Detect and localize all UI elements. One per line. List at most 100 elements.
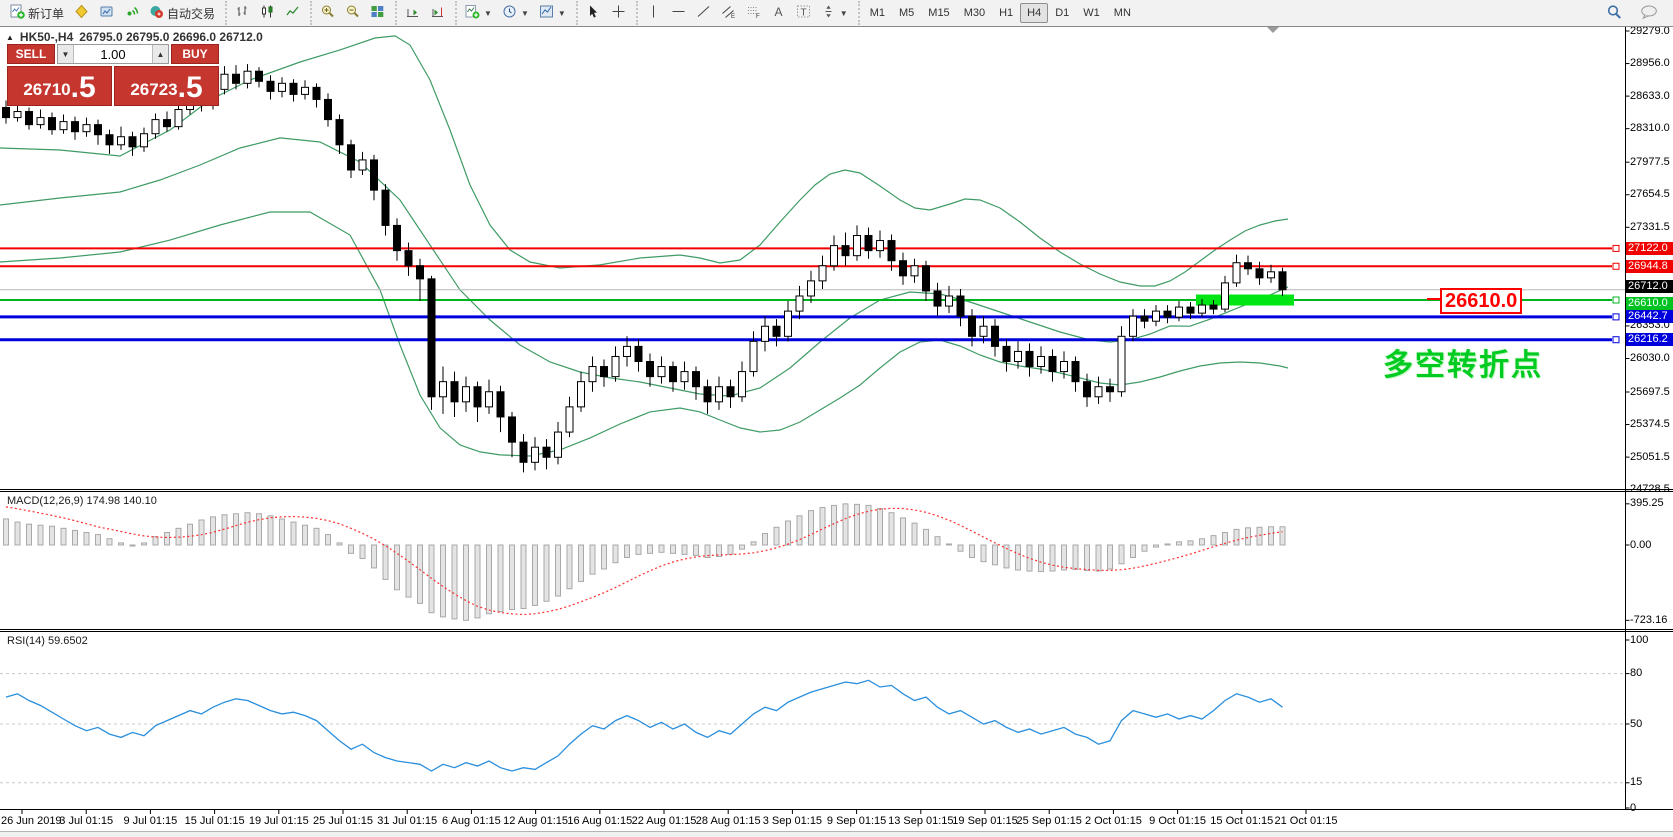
arrows-button[interactable]: ▼ bbox=[816, 1, 853, 25]
price-axis-tick: 24728.5 bbox=[1630, 483, 1670, 496]
channel-button[interactable]: E bbox=[716, 1, 741, 25]
main-toolbar: 新订单 自动交易 ▼ ▼ ▼ EFAT ▼ M1M5M15M30H1H4D1W1MN bbox=[0, 0, 1673, 27]
template-icon bbox=[539, 4, 554, 22]
periods-button[interactable]: ▼ bbox=[497, 1, 534, 25]
toolbar-group bbox=[395, 1, 453, 25]
price-axis-tick: 25051.5 bbox=[1630, 451, 1670, 464]
price-line-label[interactable]: 26610.0 bbox=[1626, 297, 1673, 310]
volume-input[interactable]: 1.00 bbox=[74, 45, 152, 63]
timeframe-m5[interactable]: M5 bbox=[892, 3, 921, 23]
timeframe-m30[interactable]: M30 bbox=[957, 3, 992, 23]
indicators-icon bbox=[465, 4, 480, 22]
bottom-scroll-strip[interactable] bbox=[0, 831, 1673, 837]
timeframe-d1[interactable]: D1 bbox=[1048, 3, 1076, 23]
macd-label: MACD(12,26,9) 174.98 140.10 bbox=[7, 495, 157, 507]
toolbar-group: ▼ ▼ ▼ bbox=[455, 1, 574, 25]
candlestick-button[interactable] bbox=[255, 1, 280, 25]
rsi-axis-tick: 15 bbox=[1630, 776, 1642, 789]
horizontal-line-button[interactable] bbox=[666, 1, 691, 25]
turning-point-annotation[interactable]: 多空转折点 bbox=[1383, 340, 1543, 384]
cursor-icon bbox=[586, 4, 601, 22]
search-button[interactable] bbox=[1601, 1, 1627, 26]
arrows-icon bbox=[821, 4, 836, 22]
price-axis-tick: 28633.0 bbox=[1630, 90, 1670, 103]
volume-increase-button[interactable]: ▲ bbox=[152, 45, 168, 63]
date-tick-label: 25 Sep 01:15 bbox=[1016, 815, 1081, 827]
toolbar-button-label: 新订单 bbox=[28, 5, 64, 22]
crosshair-button[interactable] bbox=[606, 1, 631, 25]
quotes-button[interactable] bbox=[69, 1, 94, 25]
chart-title: ▲ HK50-,H4 26795.0 26795.0 26696.0 26712… bbox=[6, 30, 263, 44]
auto-scroll-button[interactable] bbox=[400, 1, 425, 25]
price-line-label[interactable]: 26442.7 bbox=[1626, 310, 1673, 323]
buy-price[interactable]: 26723.5 bbox=[114, 66, 219, 106]
price-line-label[interactable]: 27122.0 bbox=[1626, 242, 1673, 255]
timeframe-m15[interactable]: M15 bbox=[921, 3, 956, 23]
date-tick-label: 3 Sep 01:15 bbox=[763, 815, 822, 827]
zoom-in-button[interactable] bbox=[315, 1, 340, 25]
cursor-button[interactable] bbox=[581, 1, 606, 25]
text-icon: A bbox=[771, 4, 786, 22]
buy-button[interactable]: BUY bbox=[171, 44, 219, 64]
vertical-line-button[interactable] bbox=[641, 1, 666, 25]
timeframe-mn[interactable]: MN bbox=[1107, 3, 1138, 23]
indicators-button[interactable]: ▼ bbox=[460, 1, 497, 25]
chart-shift-icon bbox=[430, 4, 445, 22]
volume-stepper: ▼ 1.00 ▲ bbox=[57, 44, 169, 64]
timeframe-m1[interactable]: M1 bbox=[863, 3, 892, 23]
templates-button[interactable]: ▼ bbox=[534, 1, 571, 25]
line-chart-button[interactable] bbox=[280, 1, 305, 25]
fibonacci-button[interactable]: F bbox=[741, 1, 766, 25]
volume-decrease-button[interactable]: ▼ bbox=[58, 45, 74, 63]
chevron-down-icon[interactable]: ▼ bbox=[840, 9, 848, 18]
date-tick-label: 3 Jul 01:15 bbox=[59, 815, 113, 827]
chart-symbol-period: HK50-,H4 bbox=[20, 30, 73, 44]
mt4-trading-app-window: 新订单 自动交易 ▼ ▼ ▼ EFAT ▼ M1M5M15M30H1H4D1W1MN ▲ HK… bbox=[0, 0, 1673, 837]
price-line-label[interactable]: 26944.8 bbox=[1626, 260, 1673, 273]
rsi-axis-tick: 100 bbox=[1630, 634, 1648, 647]
bar-chart-button[interactable] bbox=[230, 1, 255, 25]
chevron-down-icon[interactable]: ▼ bbox=[521, 9, 529, 18]
zoom-in-icon bbox=[320, 4, 335, 22]
timeframe-h4[interactable]: H4 bbox=[1020, 3, 1048, 23]
tile-windows-button[interactable] bbox=[365, 1, 390, 25]
new-order-button[interactable]: 新订单 bbox=[5, 1, 69, 25]
price-line-label[interactable]: 26216.2 bbox=[1626, 333, 1673, 346]
signals-icon bbox=[124, 4, 139, 22]
timeframe-w1[interactable]: W1 bbox=[1076, 3, 1107, 23]
zoom-out-button[interactable] bbox=[340, 1, 365, 25]
price-axis-tick: 25697.5 bbox=[1630, 386, 1670, 399]
price-callout-label[interactable]: 26610.0 bbox=[1440, 288, 1522, 314]
sell-button[interactable]: SELL bbox=[7, 44, 55, 64]
chart-shift-button[interactable] bbox=[425, 1, 450, 25]
date-tick-label: 13 Sep 01:15 bbox=[888, 815, 953, 827]
collapse-triangle-icon[interactable]: ▲ bbox=[6, 33, 14, 42]
auto-trading-button[interactable]: 自动交易 bbox=[144, 1, 220, 25]
text-button[interactable]: A bbox=[766, 1, 791, 25]
timeframe-h1[interactable]: H1 bbox=[992, 3, 1020, 23]
rsi-axis-tick: 80 bbox=[1630, 667, 1642, 680]
toolbar-group bbox=[576, 1, 634, 25]
price-axis-tick: 27977.5 bbox=[1630, 156, 1670, 169]
sell-price-main: 26710 bbox=[23, 77, 70, 103]
price-axis-tick: 27331.5 bbox=[1630, 221, 1670, 234]
market-watch-button[interactable] bbox=[94, 1, 119, 25]
price-line-label[interactable]: 26712.0 bbox=[1626, 280, 1673, 293]
chart-shift-marker-icon[interactable] bbox=[1267, 27, 1279, 33]
chevron-down-icon[interactable]: ▼ bbox=[484, 9, 492, 18]
price-chart-canvas[interactable] bbox=[0, 0, 1673, 837]
chevron-down-icon[interactable]: ▼ bbox=[558, 9, 566, 18]
trendline-icon bbox=[696, 4, 711, 22]
chat-button[interactable] bbox=[1635, 1, 1663, 26]
date-tick-label: 9 Oct 01:15 bbox=[1149, 815, 1206, 827]
buy-price-pips: .5 bbox=[178, 73, 203, 103]
sell-price[interactable]: 26710.5 bbox=[7, 66, 112, 106]
trendline-button[interactable] bbox=[691, 1, 716, 25]
label-button[interactable]: T bbox=[791, 1, 816, 25]
signals-button[interactable] bbox=[119, 1, 144, 25]
candlestick-icon bbox=[260, 4, 275, 22]
bar-chart-icon bbox=[235, 4, 250, 22]
macd-axis-tick: -723.16 bbox=[1630, 614, 1667, 627]
one-click-trade-panel: SELL ▼ 1.00 ▲ BUY 26710.5 26723.5 bbox=[7, 44, 219, 106]
price-axis-tick: 26030.0 bbox=[1630, 352, 1670, 365]
